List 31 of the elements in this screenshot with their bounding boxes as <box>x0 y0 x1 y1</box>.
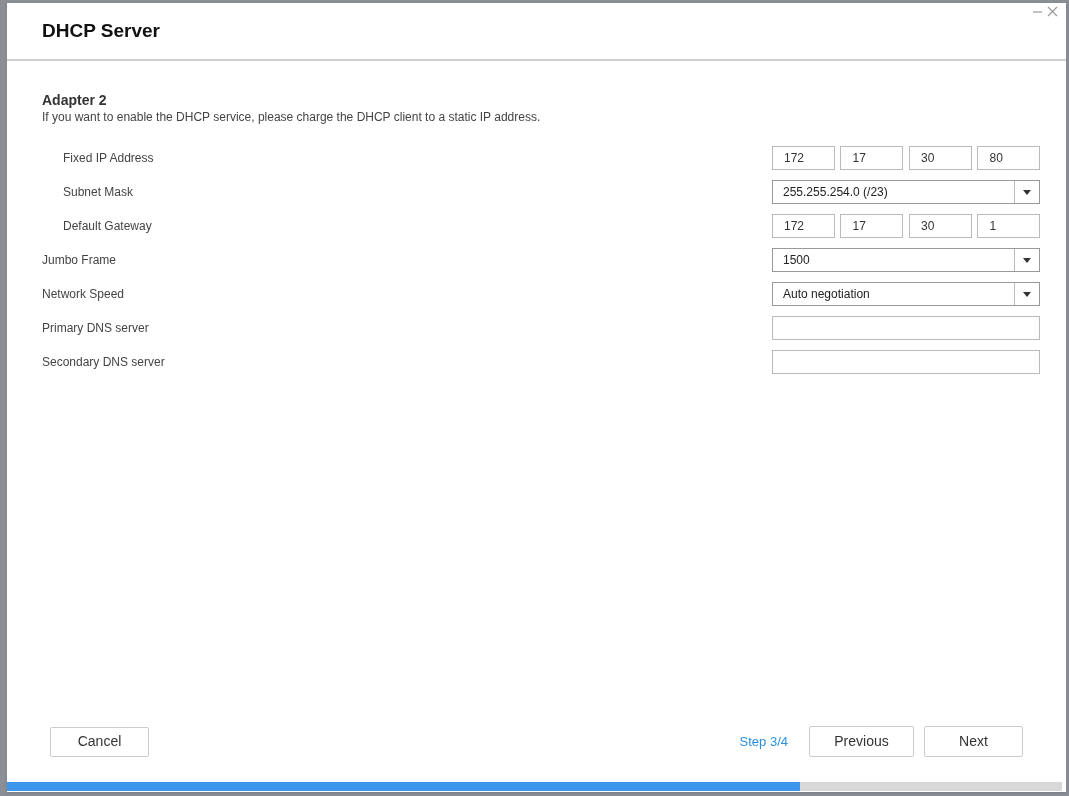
next-button[interactable]: Next <box>924 726 1023 757</box>
close-icon[interactable] <box>1047 6 1058 17</box>
input-field[interactable] <box>772 316 1040 340</box>
ip-octet-field[interactable]: 17 <box>840 214 904 238</box>
ip-octet-field[interactable]: 30 <box>908 214 972 238</box>
ip-octet-field[interactable]: 80 <box>977 146 1040 170</box>
dropdown-arrow-icon <box>1023 189 1031 195</box>
dropdown[interactable]: 1500 <box>772 248 1040 272</box>
dropdown-arrow-icon <box>1023 291 1031 297</box>
ip-octet-field[interactable]: 30 <box>908 146 972 170</box>
dropdown[interactable]: Auto negotiation <box>772 282 1040 306</box>
dropdown-arrow-icon <box>1023 257 1031 263</box>
field-label: Jumbo Frame <box>42 252 117 269</box>
section-description: If you want to enable the DHCP service, please charge the DHCP client to a static IP address. <box>42 109 542 125</box>
input-field[interactable] <box>772 350 1040 374</box>
step-indicator: Step 3/4 <box>739 732 788 751</box>
field-label: Default Gateway <box>63 218 152 235</box>
field-label: Subnet Mask <box>63 184 134 201</box>
field-label: Primary DNS server <box>42 320 149 337</box>
field-label: Network Speed <box>42 286 125 303</box>
previous-button[interactable]: Previous <box>809 726 914 757</box>
field-label: Secondary DNS server <box>42 354 165 371</box>
ip-octet-field[interactable]: 17 <box>840 146 904 170</box>
dialog-title: DHCP Server <box>42 18 160 43</box>
cancel-button[interactable]: Cancel <box>50 726 149 757</box>
field-label: Fixed IP Address <box>63 150 154 167</box>
dropdown[interactable]: 255.255.254.0 (/23) <box>772 180 1040 204</box>
ip-octet-field[interactable]: 172 <box>772 146 835 170</box>
section-heading: Adapter 2 <box>42 91 108 109</box>
ip-octet-field[interactable]: 172 <box>772 214 835 238</box>
ip-octet-field[interactable]: 1 <box>977 214 1040 238</box>
